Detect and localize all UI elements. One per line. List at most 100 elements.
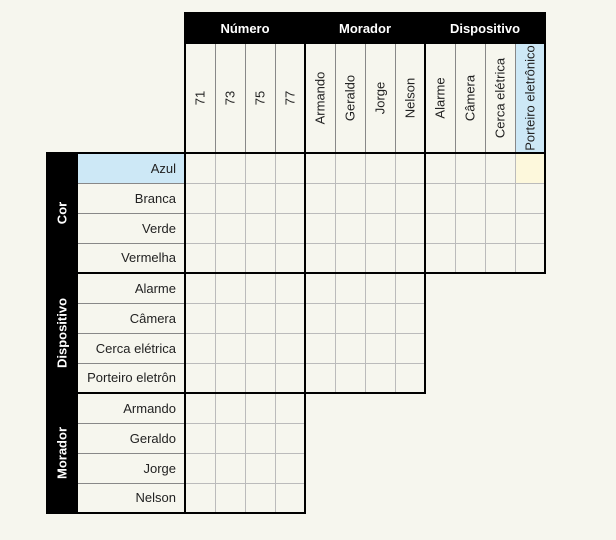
grid-cell[interactable] (215, 483, 245, 513)
grid-cell[interactable] (425, 153, 455, 183)
grid-cell[interactable] (275, 243, 305, 273)
grid-cell[interactable] (185, 363, 215, 393)
grid-cell[interactable] (305, 273, 335, 303)
grid-cell[interactable] (305, 153, 335, 183)
grid-cell[interactable] (185, 153, 215, 183)
grid-cell[interactable] (335, 183, 365, 213)
grid-cell[interactable] (215, 213, 245, 243)
grid-cell[interactable] (365, 213, 395, 243)
grid-cell[interactable] (485, 243, 515, 273)
grid-cell[interactable] (275, 303, 305, 333)
grid-cell[interactable] (455, 153, 485, 183)
grid-cell[interactable] (185, 453, 215, 483)
grid-cell[interactable] (215, 153, 245, 183)
grid-cell[interactable] (215, 303, 245, 333)
grid-cell[interactable] (365, 243, 395, 273)
grid-cell[interactable] (425, 213, 455, 243)
row-group-header-cor: Cor (47, 153, 77, 273)
grid-cell[interactable] (365, 153, 395, 183)
grid-cell[interactable] (485, 183, 515, 213)
grid-cell[interactable] (185, 423, 215, 453)
grid-cell[interactable] (245, 273, 275, 303)
grid-cell[interactable] (335, 363, 365, 393)
grid-cell[interactable] (185, 333, 215, 363)
grid-cell[interactable] (275, 213, 305, 243)
grid-cell[interactable] (365, 363, 395, 393)
grid-cell[interactable] (185, 243, 215, 273)
grid-cell[interactable] (515, 213, 545, 243)
grid-cell[interactable] (335, 153, 365, 183)
grid-cell[interactable] (245, 423, 275, 453)
grid-cell[interactable] (395, 243, 425, 273)
grid-cell[interactable] (245, 483, 275, 513)
grid-cell[interactable] (185, 483, 215, 513)
grid-cell[interactable] (425, 243, 455, 273)
grid-cell[interactable] (185, 303, 215, 333)
grid-cell[interactable] (215, 363, 245, 393)
grid-cell[interactable] (245, 453, 275, 483)
grid-cell[interactable] (515, 153, 545, 183)
grid-cell[interactable] (305, 213, 335, 243)
grid-cell[interactable] (335, 333, 365, 363)
grid-cell[interactable] (215, 273, 245, 303)
grid-cell[interactable] (185, 393, 215, 423)
grid-cell[interactable] (395, 273, 425, 303)
grid-cell[interactable] (215, 333, 245, 363)
grid-cell[interactable] (185, 273, 215, 303)
grid-cell[interactable] (455, 213, 485, 243)
grid-cell[interactable] (275, 363, 305, 393)
grid-cell[interactable] (305, 183, 335, 213)
grid-cell[interactable] (335, 213, 365, 243)
grid-cell[interactable] (185, 213, 215, 243)
grid-cell[interactable] (215, 393, 245, 423)
grid-cell[interactable] (455, 243, 485, 273)
grid-cell[interactable] (335, 243, 365, 273)
col-label-text: Cerca elétrica (493, 58, 508, 138)
grid-cell[interactable] (395, 333, 425, 363)
grid-cell[interactable] (515, 183, 545, 213)
grid-cell[interactable] (275, 153, 305, 183)
grid-cell[interactable] (425, 183, 455, 213)
grid-cell[interactable] (395, 213, 425, 243)
grid-cell[interactable] (185, 183, 215, 213)
grid-cell[interactable] (275, 333, 305, 363)
grid-cell[interactable] (245, 363, 275, 393)
grid-cell[interactable] (455, 183, 485, 213)
grid-cell[interactable] (305, 363, 335, 393)
grid-cell[interactable] (365, 303, 395, 333)
grid-cell[interactable] (215, 243, 245, 273)
grid-cell[interactable] (365, 333, 395, 363)
grid-cell[interactable] (395, 363, 425, 393)
grid-cell[interactable] (485, 153, 515, 183)
grid-cell[interactable] (395, 303, 425, 333)
grid-cell[interactable] (395, 153, 425, 183)
grid-cell[interactable] (275, 273, 305, 303)
col-label-text: 77 (282, 91, 297, 105)
grid-cell[interactable] (245, 243, 275, 273)
grid-cell[interactable] (335, 303, 365, 333)
grid-cell[interactable] (305, 303, 335, 333)
grid-cell[interactable] (305, 333, 335, 363)
grid-cell[interactable] (335, 273, 365, 303)
grid-cell[interactable] (245, 333, 275, 363)
grid-cell[interactable] (275, 453, 305, 483)
grid-cell[interactable] (215, 423, 245, 453)
grid-cell[interactable] (245, 213, 275, 243)
col-label-porteiro-eletronico: Porteiro eletrônico (515, 43, 545, 153)
grid-cell[interactable] (395, 183, 425, 213)
grid-cell[interactable] (245, 153, 275, 183)
grid-cell[interactable] (485, 213, 515, 243)
grid-cell[interactable] (245, 183, 275, 213)
grid-cell[interactable] (245, 393, 275, 423)
grid-cell[interactable] (275, 483, 305, 513)
grid-cell[interactable] (275, 393, 305, 423)
grid-cell[interactable] (245, 303, 275, 333)
grid-cell[interactable] (275, 423, 305, 453)
grid-cell[interactable] (305, 243, 335, 273)
grid-cell[interactable] (215, 183, 245, 213)
grid-cell[interactable] (515, 243, 545, 273)
grid-cell[interactable] (365, 273, 395, 303)
grid-cell[interactable] (275, 183, 305, 213)
grid-cell[interactable] (365, 183, 395, 213)
grid-cell[interactable] (215, 453, 245, 483)
